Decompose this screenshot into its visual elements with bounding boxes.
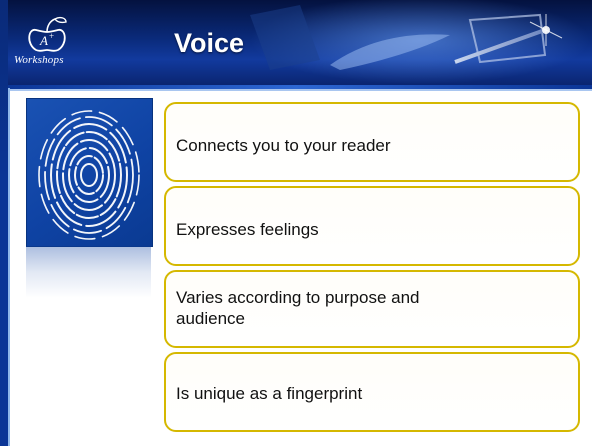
bullet-text-3: Varies according to purpose and audience — [176, 288, 420, 328]
logo-label: Workshops — [14, 54, 64, 66]
bullet-text-2: Expresses feelings — [176, 220, 319, 239]
bullet-card-2: Expresses feelings — [164, 186, 580, 266]
left-accent-bar — [0, 0, 10, 446]
bullet-text-4: Is unique as a fingerprint — [176, 384, 363, 403]
svg-text:A: A — [39, 33, 48, 48]
fingerprint-image — [26, 98, 153, 247]
slide-title: Voice — [174, 28, 245, 58]
fingerprint-reflection — [26, 246, 151, 298]
bullet-card-4: Is unique as a fingerprint — [164, 352, 580, 432]
bullet-card-1: Connects you to your reader — [164, 102, 580, 182]
apple-logo-icon: A + — [28, 16, 67, 52]
bullet-text-1: Connects you to your reader — [176, 136, 391, 155]
bullet-card-3: Varies according to purpose and audience — [164, 270, 580, 348]
workshops-logo: A + Workshops — [14, 12, 92, 74]
slide-header: A + Workshops Voice — [0, 0, 592, 85]
fingerprint-icon — [38, 110, 140, 240]
header-divider-highlight — [0, 89, 592, 91]
svg-text:+: + — [49, 31, 54, 41]
slide: A + Workshops Voice Connects you to your — [0, 0, 592, 446]
